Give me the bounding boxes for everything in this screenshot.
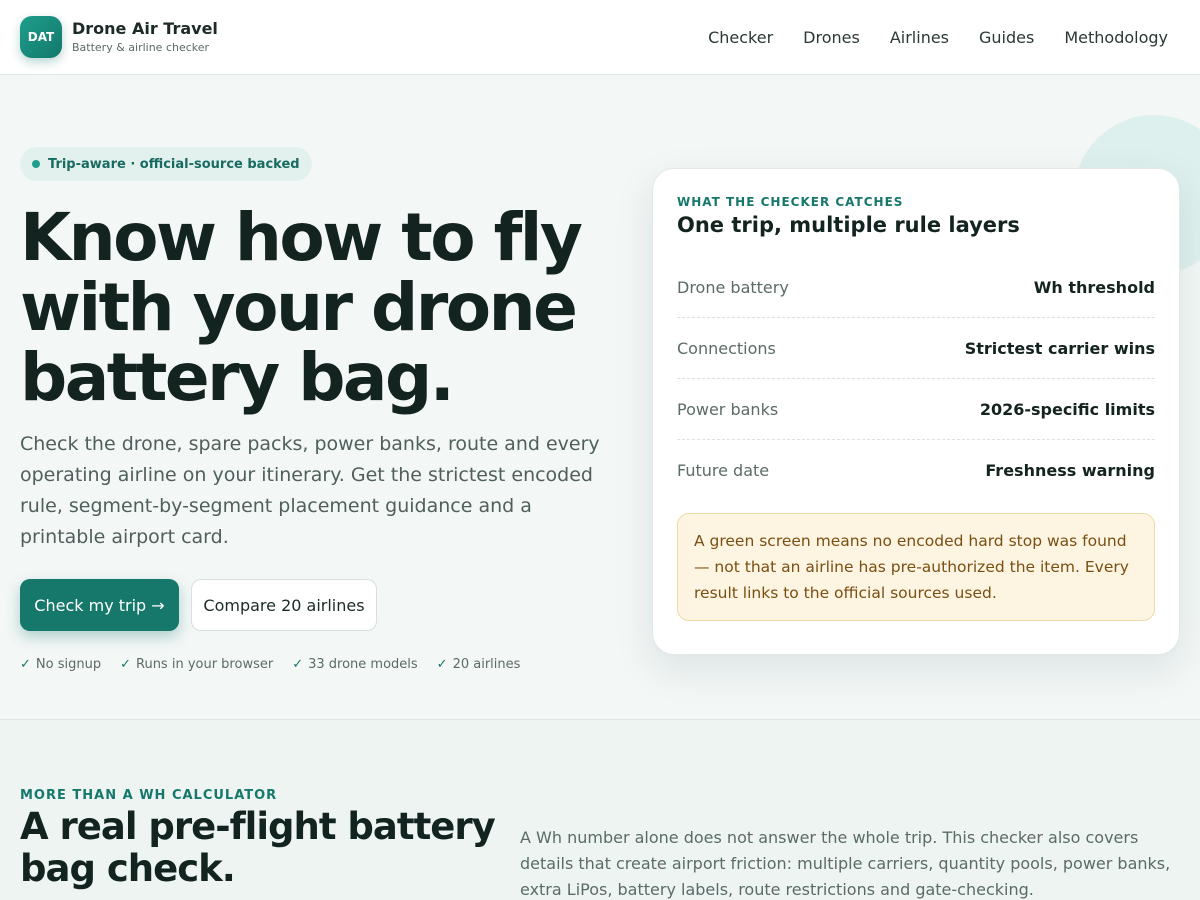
rule-value: Freshness warning [985,461,1155,480]
rule-key: Future date [677,461,770,480]
brand-logo[interactable]: DAT [20,16,62,58]
rule-row: Drone battery Wh threshold [677,257,1155,318]
nav-drones[interactable]: Drones [803,28,860,47]
check-item-label: Runs in your browser [136,657,274,672]
brand-text: Drone Air Travel Battery & airline check… [72,19,218,55]
section-eyebrow: MORE THAN A WH CALCULATOR [20,788,278,803]
features-section: MORE THAN A WH CALCULATOR A real pre-fli… [0,719,1200,900]
checker-catches-card: WHAT THE CHECKER CATCHES One trip, multi… [652,168,1180,655]
rule-key: Power banks [677,399,779,419]
rule-row: Power banks 2026-specific limits [677,379,1155,440]
rule-value: Wh threshold [1033,277,1155,297]
check-item-label: No signup [35,657,102,672]
rule-row: Connections Strictest carrier wins [677,318,1155,379]
brand[interactable]: DAT Drone Air Travel Battery & airline c… [20,16,218,58]
disclaimer-note: A green screen means no encoded hard sto… [677,513,1155,621]
hero-headline: Know how to fly with your drone battery … [20,203,620,413]
headline-line: with your drone [20,269,578,346]
check-my-trip-button[interactable]: Check my trip → [20,579,179,631]
compare-airlines-button[interactable]: Compare 20 airlines [191,579,377,631]
status-dot-icon [32,160,40,168]
check-item: ✓ 20 airlines [437,657,521,672]
rule-value: 2026-specific limits [979,399,1155,419]
checkmark-icon: ✓ [292,657,304,672]
section-body: A Wh number alone does not answer the wh… [520,828,1171,899]
rule-key: Drone battery [677,277,789,297]
feature-checklist: ✓ No signup ✓ Runs in your browser ✓ 33 dro… [20,657,520,672]
nav-checker[interactable]: Checker [708,28,773,47]
checkmark-icon: ✓ [120,657,131,672]
nav-airlines[interactable]: Airlines [890,28,949,47]
checkmark-icon: ✓ [20,657,31,672]
checkmark-icon: ✓ [436,657,448,672]
rule-layer-list: Drone battery Wh threshold Connections S… [677,257,1155,501]
card-title: One trip, multiple rule layers [677,213,1020,237]
site-header: DAT Drone Air Travel Battery & airline c… [0,0,1200,75]
rule-key: Connections [677,338,776,358]
trust-badge-label: Trip-aware · official-source backed [48,156,300,172]
check-item: ✓ 33 drone models [292,657,417,672]
hero-description: Check the drone, spare packs, power bank… [20,433,600,548]
check-item-label: 33 drone models [308,657,418,672]
hero-section: Trip-aware · official-source backed Know… [0,75,1200,719]
main-nav: Checker Drones Airlines Guides Methodolo… [708,28,1168,47]
nav-methodology[interactable]: Methodology [1064,28,1168,47]
nav-guides[interactable]: Guides [979,28,1034,47]
check-item: ✓ No signup [20,657,101,672]
brand-name[interactable]: Drone Air Travel [72,19,218,39]
card-eyebrow: WHAT THE CHECKER CATCHES [677,195,904,209]
check-item-label: 20 airlines [452,657,521,672]
rule-value: Strictest carrier wins [964,338,1155,358]
brand-tagline: Battery & airline checker [72,41,210,54]
trust-badge: Trip-aware · official-source backed [20,147,312,181]
rule-row: Future date Freshness warning [677,440,1155,501]
section-title: A real pre-flight battery bag check. [20,805,496,890]
headline-line: Know how to fly [20,199,583,276]
check-item: ✓ Runs in your browser [120,657,273,672]
headline-line: battery bag. [20,339,455,416]
